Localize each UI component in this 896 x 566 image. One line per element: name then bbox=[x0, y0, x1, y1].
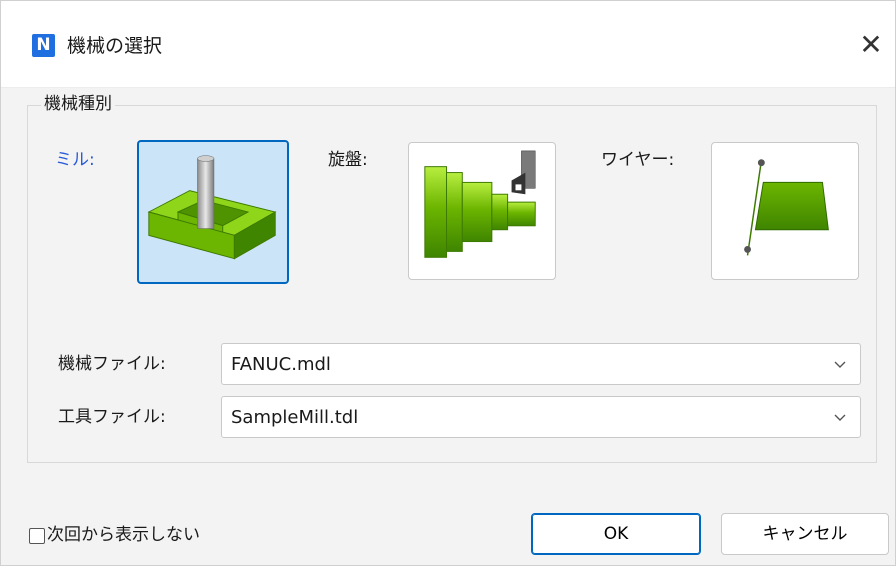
machine-select-dialog: N 機械の選択 ✕ 機械種別 ミル: 旋盤: ワイヤー: 機械ファイル: FAN… bbox=[0, 0, 896, 566]
machine-file-value: FANUC.mdl bbox=[231, 354, 331, 375]
mill-label: ミル: bbox=[55, 150, 95, 170]
tool-file-value: SampleMill.tdl bbox=[231, 407, 359, 428]
mill-button[interactable] bbox=[137, 140, 289, 284]
lathe-machine-icon bbox=[424, 150, 536, 258]
wire-button[interactable] bbox=[711, 142, 859, 280]
lathe-label: 旋盤: bbox=[328, 150, 368, 170]
mill-machine-icon bbox=[147, 155, 277, 260]
chevron-down-icon bbox=[834, 414, 846, 421]
dont-show-label[interactable]: 次回から表示しない bbox=[47, 524, 200, 546]
app-logo-icon: N bbox=[32, 34, 55, 57]
tool-file-dropdown[interactable]: SampleMill.tdl bbox=[221, 396, 861, 438]
chevron-down-icon bbox=[834, 361, 846, 368]
wire-label: ワイヤー: bbox=[601, 150, 675, 170]
wire-machine-icon bbox=[744, 159, 829, 256]
machine-file-dropdown[interactable]: FANUC.mdl bbox=[221, 343, 861, 385]
title-bar: N 機械の選択 ✕ bbox=[1, 1, 895, 88]
tool-file-label: 工具ファイル: bbox=[58, 407, 166, 427]
lathe-button[interactable] bbox=[408, 142, 556, 280]
dialog-title: 機械の選択 bbox=[67, 35, 163, 57]
dont-show-checkbox[interactable] bbox=[29, 528, 45, 544]
cancel-button[interactable]: キャンセル bbox=[721, 513, 889, 555]
close-icon[interactable]: ✕ bbox=[851, 25, 891, 65]
machine-type-group-label: 機械種別 bbox=[41, 92, 115, 116]
ok-button[interactable]: OK bbox=[531, 513, 701, 555]
machine-file-label: 機械ファイル: bbox=[58, 354, 166, 374]
